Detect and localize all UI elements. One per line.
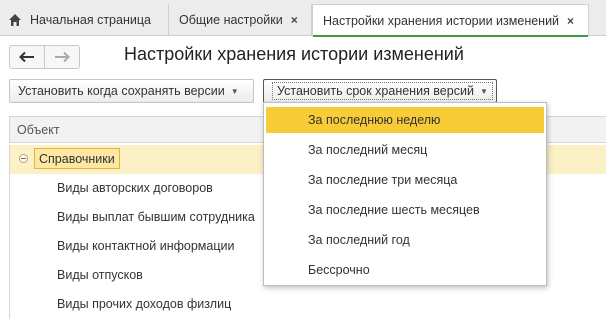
chevron-down-icon: ▼	[479, 86, 488, 96]
dropdown-item-label: За последний год	[308, 233, 410, 247]
row-label: Виды прочих доходов физлиц	[57, 297, 232, 311]
dropdown-item-label: За последние шесть месяцев	[308, 203, 480, 217]
dropdown-item-label: За последний месяц	[308, 143, 428, 157]
tab-home[interactable]: Начальная страница	[0, 4, 169, 35]
dropdown-item-last-month[interactable]: За последний месяц	[266, 137, 544, 163]
tab-history-settings[interactable]: Настройки хранения истории изменений ×	[312, 4, 589, 37]
table-row[interactable]: Виды прочих доходов физлиц	[9, 290, 606, 319]
set-storage-term-button[interactable]: Установить срок хранения версий ▼	[263, 79, 497, 103]
dropdown-item-last-six-months[interactable]: За последние шесть месяцев	[266, 197, 544, 223]
set-when-save-versions-label: Установить когда сохранять версии	[18, 84, 225, 98]
row-label: Виды выплат бывшим сотрудника	[57, 210, 255, 224]
tab-general-settings-label: Общие настройки	[179, 12, 283, 27]
dropdown-item-label: За последние три месяца	[308, 173, 458, 187]
set-when-save-versions-button[interactable]: Установить когда сохранять версии ▼	[9, 79, 254, 103]
collapse-icon[interactable]	[19, 154, 28, 163]
set-storage-term-focus: Установить срок хранения версий ▼	[272, 82, 493, 100]
dropdown-item-last-week[interactable]: За последнюю неделю	[266, 107, 544, 133]
dropdown-item-label: За последнюю неделю	[308, 113, 441, 127]
row-label: Виды отпусков	[57, 268, 143, 282]
close-icon[interactable]: ×	[291, 13, 298, 27]
dropdown-item-last-three-months[interactable]: За последние три месяца	[266, 167, 544, 193]
page-title: Настройки хранения истории изменений	[124, 44, 464, 64]
row-label: Виды авторских договоров	[57, 181, 213, 195]
column-header-object[interactable]: Объект	[17, 123, 60, 137]
dropdown-item-label: Бессрочно	[308, 263, 370, 277]
close-icon[interactable]: ×	[567, 14, 574, 28]
dropdown-item-unlimited[interactable]: Бессрочно	[266, 257, 544, 283]
arrow-right-icon	[55, 51, 70, 63]
group-label: Справочники	[34, 148, 120, 169]
tab-general-settings[interactable]: Общие настройки ×	[169, 4, 312, 35]
set-storage-term-label: Установить срок хранения версий	[277, 84, 474, 98]
row-label: Виды контактной информации	[57, 239, 235, 253]
dropdown-item-last-year[interactable]: За последний год	[266, 227, 544, 253]
back-button[interactable]	[9, 45, 45, 69]
arrow-left-icon	[19, 51, 34, 63]
tab-history-settings-label: Настройки хранения истории изменений	[323, 13, 560, 28]
home-icon	[9, 13, 21, 26]
tab-home-label: Начальная страница	[30, 12, 151, 27]
storage-term-dropdown: За последнюю неделю За последний месяц З…	[263, 102, 547, 286]
forward-button[interactable]	[44, 45, 80, 69]
tab-bar: Начальная страница Общие настройки × Нас…	[0, 0, 606, 37]
chevron-down-icon: ▼	[230, 86, 239, 96]
